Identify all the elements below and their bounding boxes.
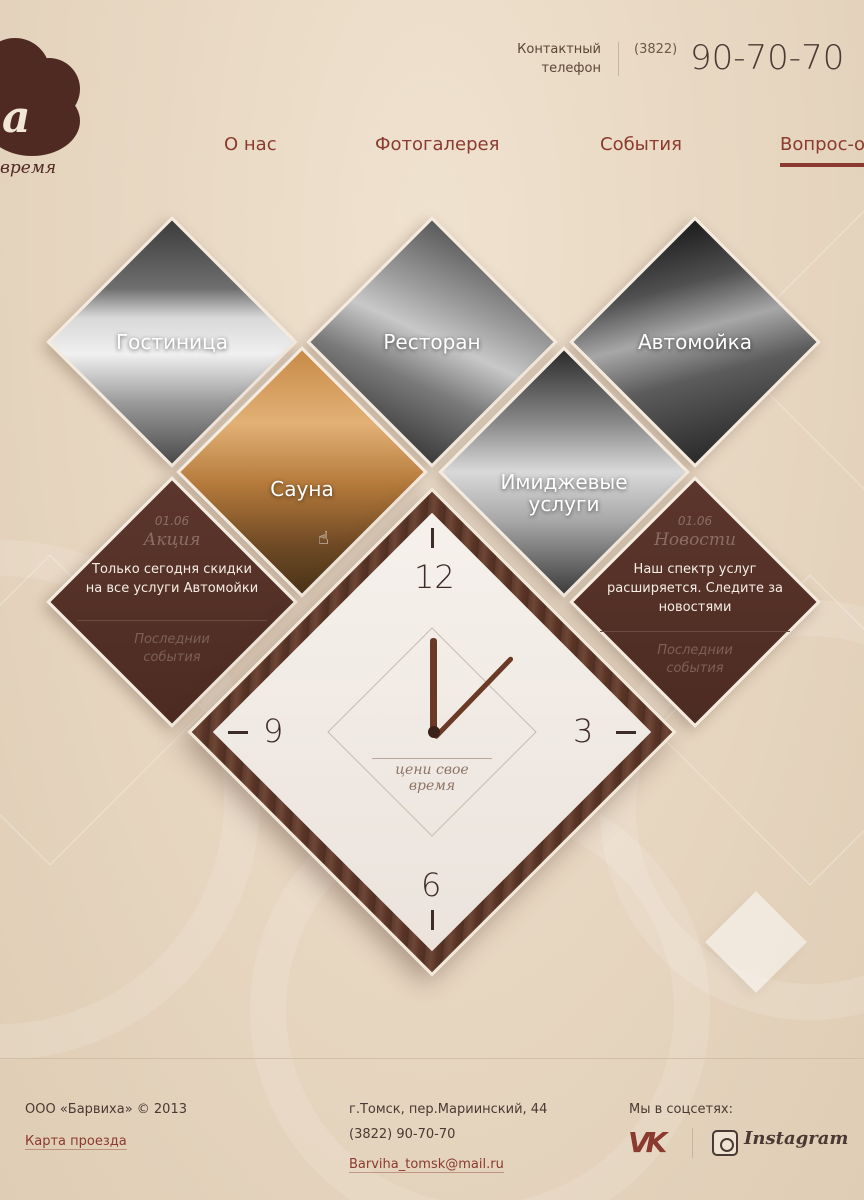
news-divider (600, 631, 790, 632)
clock-tick-3 (616, 731, 636, 734)
promo-block: 01.06 Акция Только сегодня скидки на все… (47, 514, 297, 667)
nav-events[interactable]: События (600, 134, 682, 155)
footer-phone: (3822) 90-70-70 (349, 1127, 456, 1142)
vk-icon[interactable]: VK (628, 1126, 667, 1159)
logo-letters: a (2, 92, 30, 143)
clock-number-9: 9 (263, 712, 284, 750)
hand-pointer-icon: ☝ (318, 528, 329, 549)
social-divider (692, 1128, 693, 1158)
news-text: Наш спектр услуг расширяется. Следите за… (570, 560, 820, 617)
contact-label-line: телефон (541, 61, 601, 76)
promo-more-line: Последнии (134, 632, 210, 647)
news-block: 01.06 Новости Наш спектр услуг расширяет… (570, 514, 820, 678)
tile-image-services-label: Имиджевые услуги (500, 469, 628, 516)
clock-number-6: 6 (421, 866, 442, 904)
news-more-line: Последнии (657, 643, 733, 658)
contact-label: Контактный телефон (505, 40, 601, 78)
news-text-line: Наш спектр услуг (633, 562, 757, 577)
promo-text: Только сегодня скидки на все услуги Авто… (47, 560, 297, 598)
clock-motto-line: цени свое (395, 762, 469, 778)
news-text-line: расширяется. Следите за (607, 581, 783, 596)
footer-email[interactable]: Barviha_tomsk@mail.ru (349, 1157, 504, 1173)
tile-hotel-label: Гостиница (115, 330, 229, 354)
tile-image-services-line: услуги (528, 491, 600, 516)
clock-hour-hand (430, 638, 437, 733)
contact-divider (618, 42, 619, 76)
clock-motto: цени свое время (352, 762, 512, 794)
phone-code: (3822) (634, 42, 678, 57)
clock-motto-line: время (408, 778, 456, 794)
footer-address: г.Томск, пер.Мариинский, 44 (349, 1102, 548, 1117)
promo-text-line: на все услуги Автомойки (85, 581, 259, 596)
nav-faq[interactable]: Вопрос-о (780, 134, 864, 167)
nav-gallery[interactable]: Фотогалерея (375, 134, 499, 155)
clock-center (428, 726, 440, 738)
clock-number-3: 3 (573, 712, 594, 750)
nav-about[interactable]: О нас (224, 134, 277, 155)
footer-copyright: ООО «Барвиха» © 2013 (25, 1102, 187, 1117)
tile-sauna-label: Сауна (270, 477, 334, 502)
instagram-label[interactable]: Instagram (744, 1128, 848, 1149)
tile-image-services-line: Имиджевые (500, 469, 628, 494)
logo-tagline: время (0, 158, 57, 178)
instagram-icon[interactable] (712, 1130, 738, 1156)
news-title: Новости (654, 530, 736, 550)
tile-carwash-label: Автомойка (637, 330, 753, 354)
footer-divider (0, 1058, 864, 1059)
logo[interactable]: a время (0, 0, 90, 190)
contact-label-line: Контактный (517, 42, 601, 57)
clock-tick-12 (431, 528, 434, 548)
promo-text-line: Только сегодня скидки (92, 562, 252, 577)
clock-tick-9 (228, 731, 248, 734)
footer-social-label: Мы в соцсетях: (629, 1102, 733, 1117)
clock-number-12: 12 (414, 558, 455, 596)
tile-restaurant-label: Ресторан (383, 330, 481, 354)
clock-tick-6 (431, 910, 434, 930)
news-date: 01.06 (677, 514, 713, 528)
footer-map-link[interactable]: Карта проезда (25, 1134, 127, 1150)
promo-divider (77, 620, 267, 621)
phone-number[interactable]: 90-70-70 (690, 38, 844, 78)
news-text-line: новостями (658, 600, 732, 615)
clock-motto-divider (372, 758, 492, 759)
promo-date: 01.06 (154, 514, 190, 528)
promo-title: Акция (143, 530, 201, 550)
